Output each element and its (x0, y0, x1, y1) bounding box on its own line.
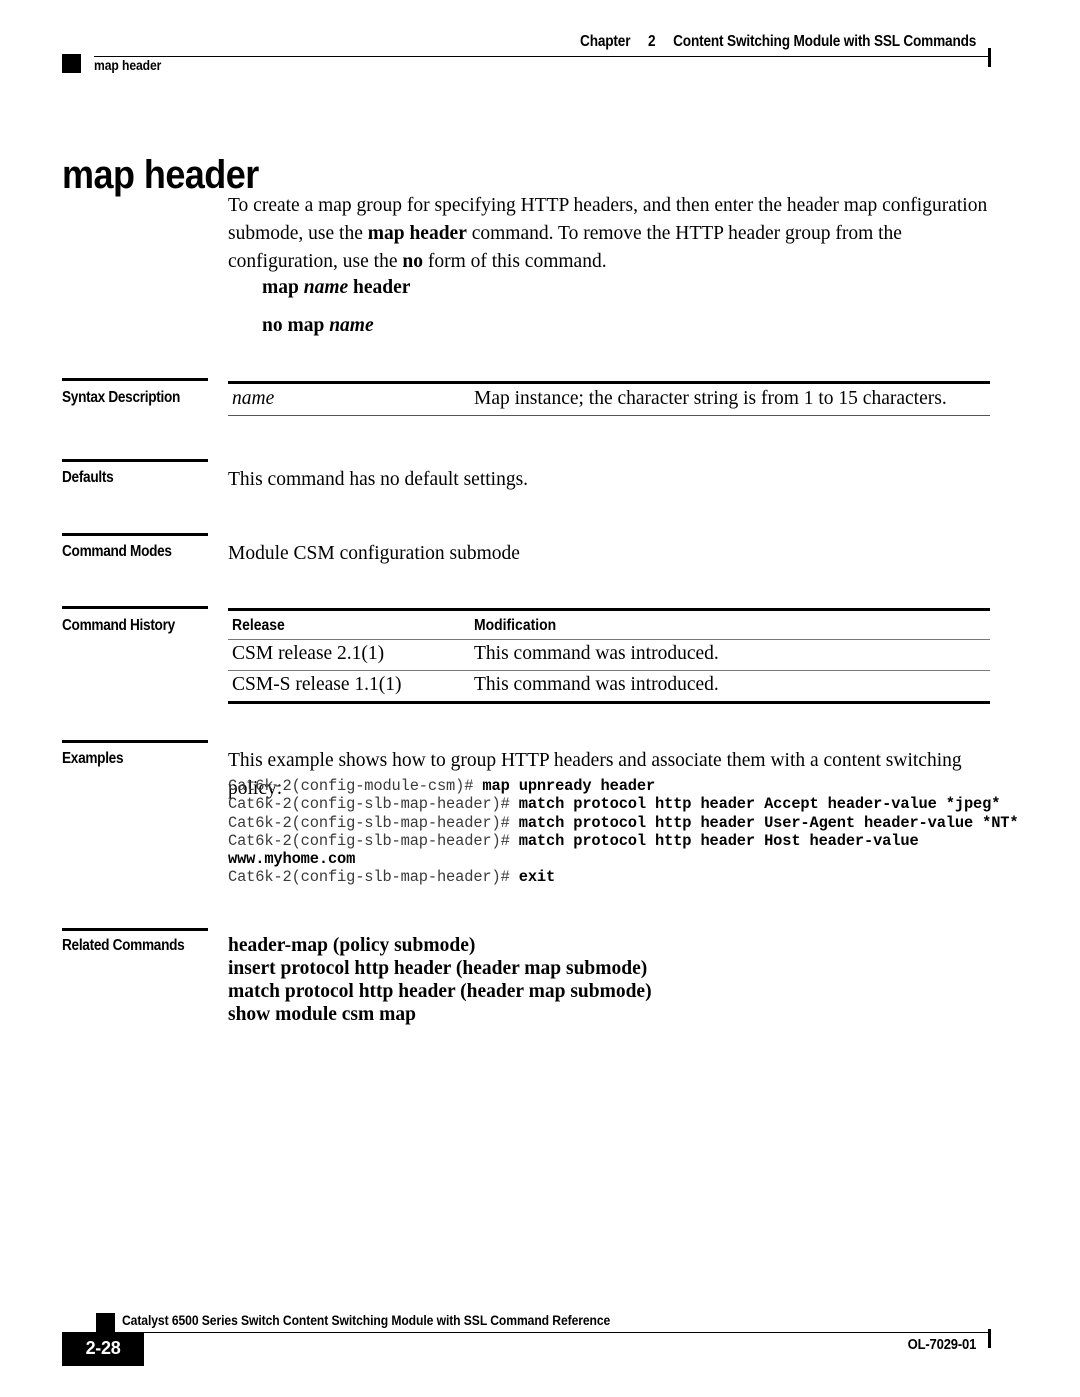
header-chapter-line: Chapter 2 Content Switching Module with … (580, 33, 976, 51)
section-label-syntax-description: Syntax Description (62, 389, 181, 406)
header-chapter-title: Content Switching Module with SSL Comman… (672, 33, 976, 50)
footer-document-id: OL-7029-01 (907, 1337, 976, 1353)
cell-modification: This command was introduced. (474, 642, 719, 664)
cli-prompt: Cat6k-2(config-slb-map-header)# (228, 868, 519, 887)
cli-line: Cat6k-2(config-slb-map-header)# exit (228, 868, 1018, 886)
footer-page-number-box (62, 1332, 144, 1366)
section-label-command-history: Command History (62, 617, 175, 634)
related-command-item[interactable]: show module csm map (228, 1003, 652, 1026)
cell-release: CSM release 2.1(1) (232, 642, 385, 664)
cli-prompt: Cat6k-2(config-slb-map-header)# (228, 795, 519, 814)
table-header-row: Release Modification (228, 611, 990, 639)
command-modes-text: Module CSM configuration submode (228, 543, 520, 564)
footer-divider-rule (62, 1332, 989, 1334)
cell-release: CSM-S release 1.1(1) (232, 673, 402, 695)
syntax-description-table-bottom-rule (228, 415, 990, 417)
table-row: CSM release 2.1(1) This command was intr… (228, 640, 990, 670)
description-bold-map-header: map header (367, 223, 467, 244)
related-command-item[interactable]: header-map (policy submode) (228, 934, 652, 957)
header-chapter-number: 2 (647, 33, 656, 50)
cli-prompt: Cat6k-2(config-module-csm)# (228, 777, 483, 795)
cli-prompt: Cat6k-2(config-slb-map-header)# (228, 813, 519, 832)
syntax-usage-line: map name header (262, 277, 410, 299)
cli-example-code-block: Cat6k-2(config-module-csm)# map upnready… (228, 777, 1019, 887)
cli-line: Cat6k-2(config-slb-map-header)# match pr… (228, 795, 1018, 813)
related-commands-list: header-map (policy submode) insert proto… (228, 934, 652, 1026)
table-bottom-rule (228, 700, 990, 704)
column-header-release: Release (232, 616, 285, 634)
syntax-usage-variable: name (303, 277, 349, 298)
cli-prompt: Cat6k-2(config-slb-map-header)# (228, 831, 519, 850)
cli-line: Cat6k-2(config-slb-map-header)# match pr… (228, 813, 1019, 832)
cli-command: map upnready header (482, 777, 656, 795)
column-header-modification: Modification (474, 616, 557, 634)
syntax-description-definition: Map instance; the character string is fr… (474, 388, 947, 409)
command-description-paragraph: To create a map group for specifying HTT… (228, 192, 993, 276)
command-history-table: Release Modification CSM release 2.1(1) … (228, 608, 990, 704)
header-running-head: map header (94, 58, 162, 73)
cell-modification: This command was introduced. (474, 673, 719, 695)
syntax-no-form-prefix: no map (262, 315, 330, 336)
cli-command: match protocol http header Host header-v… (518, 831, 919, 850)
header-right-tick-mark (988, 48, 991, 67)
footer-bullet-square-icon (96, 1313, 115, 1332)
examples-label-rule (62, 740, 208, 743)
section-label-defaults: Defaults (62, 469, 114, 486)
syntax-description-label-rule (62, 378, 208, 381)
footer-book-title: Catalyst 6500 Series Switch Content Swit… (122, 1313, 611, 1328)
cli-line: Cat6k-2(config-module-csm)# map upnready… (228, 777, 1018, 795)
cli-line: Cat6k-2(config-slb-map-header)# match pr… (228, 832, 1018, 850)
syntax-usage-prefix: map (262, 277, 304, 298)
related-command-item[interactable]: insert protocol http header (header map … (228, 957, 652, 980)
cli-line-continuation: www.myhome.com (228, 850, 1018, 868)
cli-command: exit (518, 868, 556, 887)
cli-command: www.myhome.com (228, 850, 356, 869)
defaults-text: This command has no default settings. (228, 469, 529, 490)
header-bullet-square-icon (62, 54, 81, 73)
command-history-label-rule (62, 606, 208, 609)
section-label-examples: Examples (62, 750, 124, 767)
defaults-label-rule (62, 459, 208, 462)
footer-page-number: 2-28 (85, 1338, 121, 1358)
syntax-no-form-variable: name (329, 315, 374, 336)
syntax-description-term: name (232, 388, 275, 409)
header-divider-rule (94, 56, 989, 58)
cli-command: match protocol http header User-Agent he… (518, 813, 1019, 832)
footer-right-tick-mark (988, 1329, 991, 1348)
section-label-related-commands: Related Commands (62, 937, 185, 954)
description-text-part-3: form of this command. (422, 251, 607, 272)
section-label-command-modes: Command Modes (62, 543, 172, 560)
header-chapter-label: Chapter (579, 33, 631, 50)
cli-command: match protocol http header Accept header… (518, 795, 1001, 814)
page-header: Chapter 2 Content Switching Module with … (0, 0, 1080, 95)
related-command-item[interactable]: match protocol http header (header map s… (228, 980, 652, 1003)
syntax-usage-suffix: header (348, 277, 411, 298)
command-modes-label-rule (62, 533, 208, 536)
syntax-description-table-top-rule (228, 381, 990, 384)
related-commands-label-rule (62, 928, 208, 931)
description-bold-no: no (402, 251, 423, 272)
table-row: CSM-S release 1.1(1) This command was in… (228, 671, 990, 701)
syntax-no-form-line: no map name (262, 315, 374, 337)
